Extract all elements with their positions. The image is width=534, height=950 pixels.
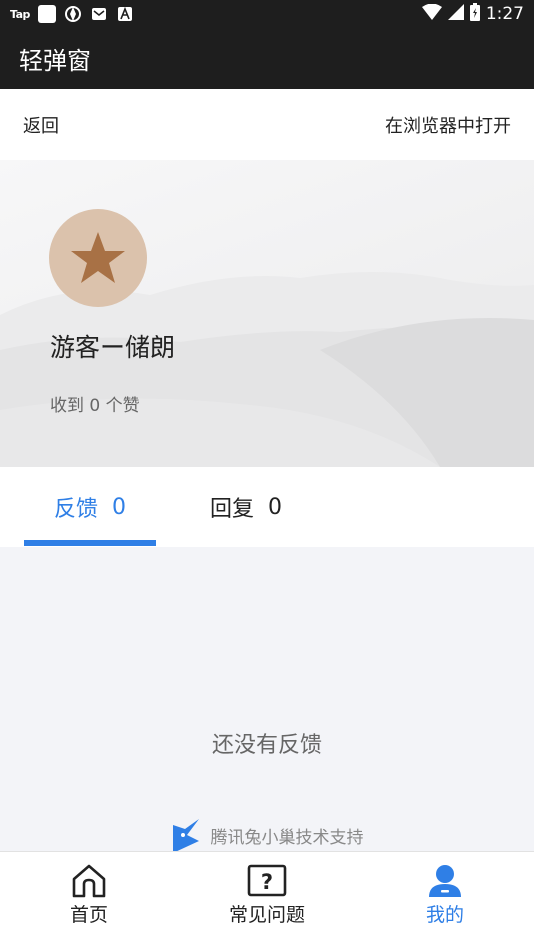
wifi-icon [421, 3, 442, 25]
tab-feedback-count: 0 [112, 494, 126, 520]
feedback-list-area: 还没有反馈 腾讯兔小巢技术支持 [0, 547, 534, 853]
status-system: 1:27 [421, 2, 524, 26]
avatar[interactable] [49, 209, 147, 307]
user-icon [429, 865, 461, 897]
nav-faq[interactable]: ? 常见问题 [207, 864, 327, 927]
nav-me-label: 我的 [425, 904, 464, 926]
tab-reply[interactable]: 回复 0 [180, 467, 312, 547]
signal-icon [447, 3, 464, 25]
tap-app-label: Tap [10, 7, 30, 21]
status-time: 1:27 [485, 4, 524, 24]
font-a-icon [116, 5, 134, 23]
status-bar: Tap 1:27 [0, 0, 534, 28]
likes-count: 收到 0 个赞 [50, 396, 140, 416]
aperture-icon [64, 5, 82, 23]
nav-home[interactable]: 首页 [29, 864, 149, 927]
home-icon [72, 864, 106, 898]
question-icon: ? [247, 864, 287, 897]
status-notifications: Tap [10, 5, 134, 23]
star-icon [71, 232, 125, 283]
profile-banner: 游客ー储朗 收到 0 个赞 [0, 160, 534, 467]
tab-feedback[interactable]: 反馈 0 [24, 467, 156, 547]
app-square-icon [37, 5, 56, 23]
web-nav-row: 返回 在浏览器中打开 [0, 89, 534, 160]
back-button[interactable]: 返回 [23, 112, 59, 138]
tab-feedback-label: 反馈 [53, 497, 98, 522]
desert-background [0, 271, 534, 467]
txc-logo-icon [172, 819, 199, 853]
nav-home-label: 首页 [69, 904, 108, 926]
bottom-nav: 首页 ? 常见问题 我的 [0, 851, 534, 950]
username: 游客ー储朗 [50, 333, 176, 362]
mail-icon [90, 5, 108, 23]
nav-me[interactable]: 我的 [385, 864, 505, 927]
empty-state-text: 还没有反馈 [211, 733, 322, 758]
tab-reply-label: 回复 [209, 497, 254, 522]
tab-reply-count: 0 [268, 494, 282, 520]
app-title: 轻弹窗 [19, 47, 91, 75]
tab-bar: 反馈 0 回复 0 [0, 467, 534, 547]
battery-icon [469, 2, 480, 26]
app-bar: 轻弹窗 [0, 28, 534, 89]
open-in-browser-button[interactable]: 在浏览器中打开 [385, 112, 511, 138]
nav-faq-label: 常见问题 [228, 904, 305, 926]
support-footer[interactable]: 腾讯兔小巢技术支持 [0, 817, 534, 853]
svg-text:?: ? [261, 870, 273, 894]
tab-active-indicator [24, 540, 156, 546]
support-text: 腾讯兔小巢技术支持 [210, 827, 364, 848]
